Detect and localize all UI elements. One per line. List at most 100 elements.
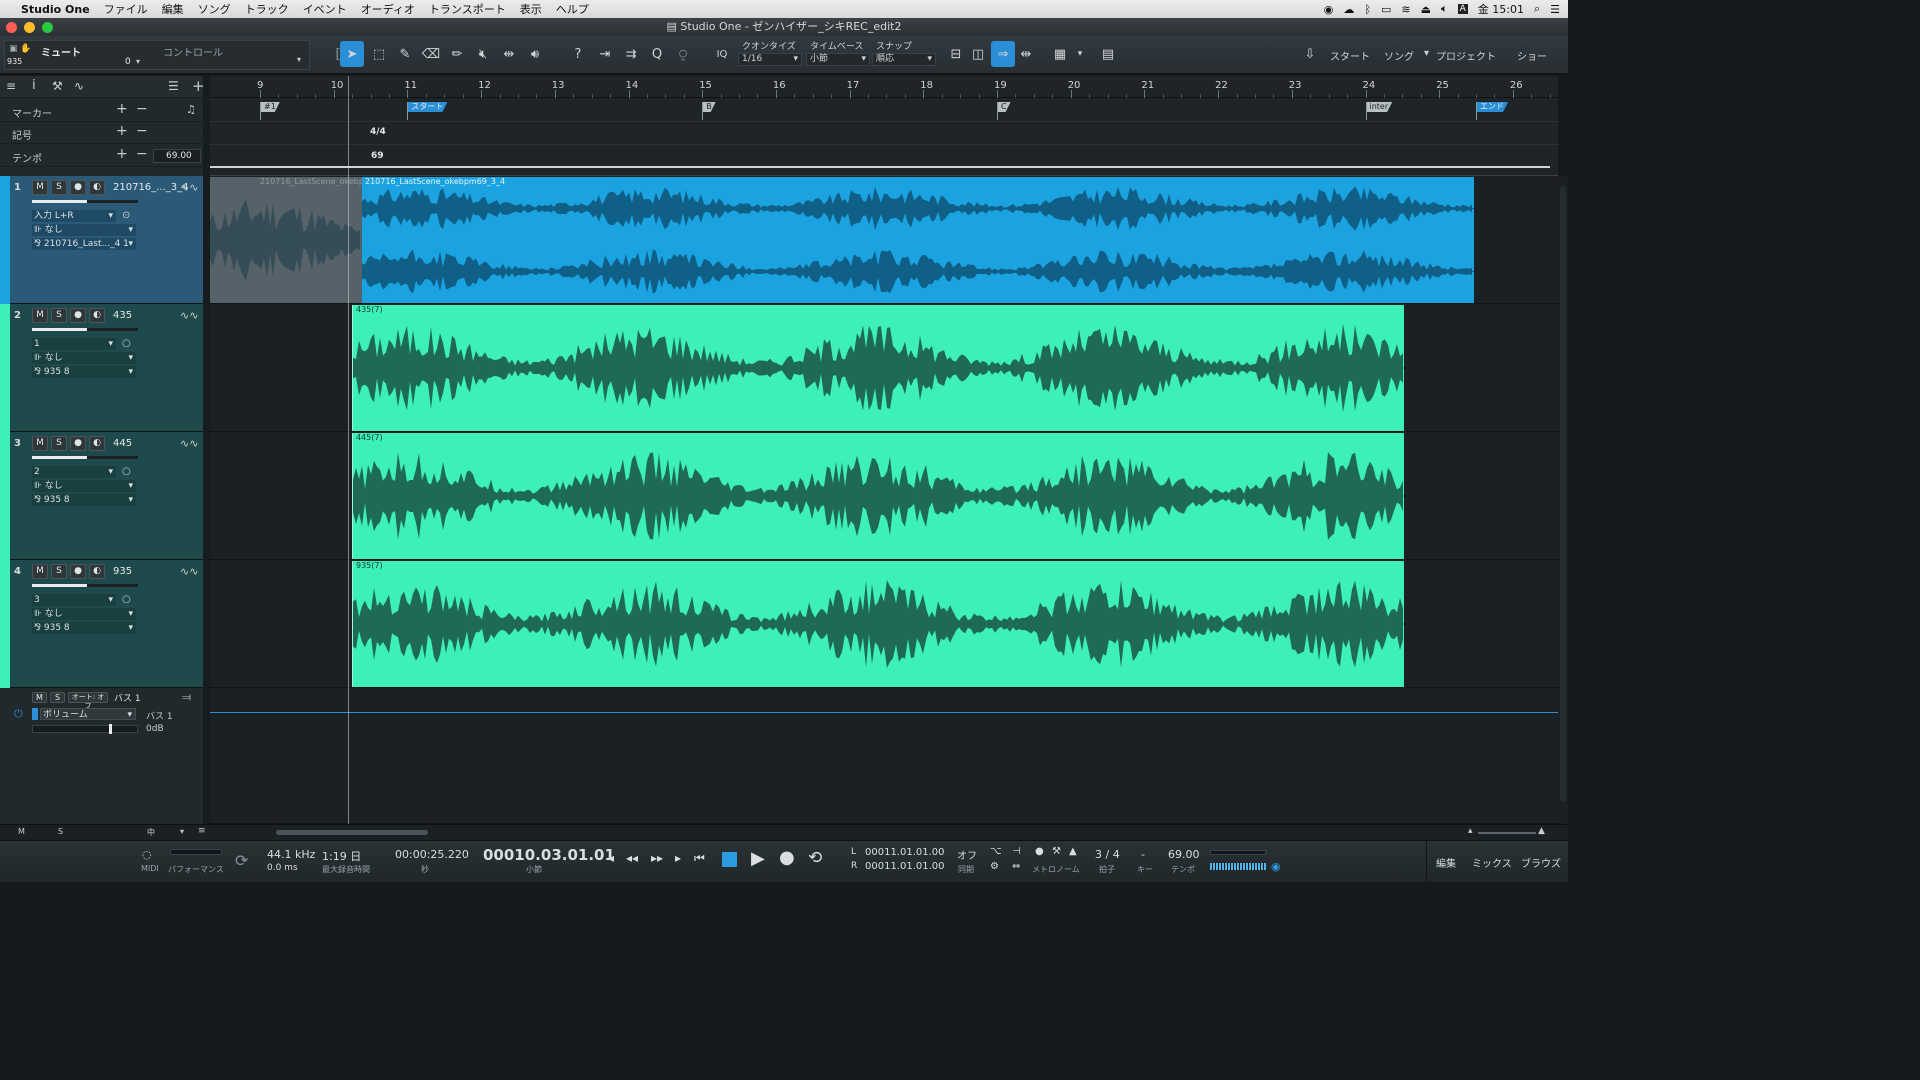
autoscroll-button[interactable]: ⇹ <box>1014 41 1038 67</box>
mix-view-button[interactable]: ミックス <box>1472 855 1512 870</box>
audio-clip[interactable]: 435(7) <box>352 305 1404 431</box>
menu-track[interactable]: トラック <box>238 1 296 17</box>
power-icon[interactable]: ⏻ <box>14 707 23 721</box>
menu-view[interactable]: 表示 <box>513 1 549 17</box>
time-seconds[interactable]: 00:00:25.220 <box>395 848 469 861</box>
show-page-button[interactable]: ショー <box>1517 48 1547 63</box>
music-note-icon[interactable]: ♫ <box>186 103 196 116</box>
zoom-out-icon[interactable]: ▴ <box>1468 826 1473 836</box>
zoom-slider[interactable] <box>1478 832 1536 834</box>
track-input-select[interactable]: 入力 L+R ▾ <box>32 210 116 222</box>
track-solo-button[interactable]: S <box>51 180 67 195</box>
audio-bend-button[interactable]: ⍜ <box>671 41 695 67</box>
listen-tool-button[interactable]: 🔊︎ <box>523 41 547 67</box>
bottom-solo-button[interactable]: S <box>58 827 63 836</box>
mute-tool-button[interactable]: 🔇︎ <box>471 41 495 67</box>
list-icon[interactable]: ☰ <box>168 79 179 93</box>
track-input-select[interactable]: 3 ▾ <box>32 594 116 606</box>
mute-value[interactable]: 0 <box>125 57 131 67</box>
iq-button[interactable]: IQ <box>710 41 734 67</box>
list-icon[interactable]: ≡ <box>198 826 206 836</box>
mute-icon[interactable]: ▣ ✋ <box>9 44 32 54</box>
vertical-scrollbar[interactable] <box>1558 176 1568 824</box>
chevron-down-icon[interactable]: ▾ <box>180 827 184 836</box>
automation-param-select[interactable]: ボリューム ▾ <box>40 708 136 720</box>
input-source-icon[interactable]: A <box>1457 4 1468 14</box>
remove-marker-button[interactable]: − <box>136 101 148 117</box>
display-icon[interactable]: ▭ <box>1381 3 1391 16</box>
precount-icon[interactable]: ⌥ <box>990 846 1002 857</box>
cpu-icon[interactable]: ⟳ <box>235 851 248 870</box>
volume-slider-thumb[interactable] <box>109 724 112 734</box>
track-layer-select[interactable]: ⅋ 935 8 ▾ <box>32 494 136 506</box>
add-signature-button[interactable]: + <box>116 123 128 139</box>
track-volume-slider[interactable] <box>32 200 138 203</box>
waveform-icon[interactable]: ∿∿ <box>180 565 198 578</box>
snap-grid-button[interactable]: ⊟ <box>944 41 968 67</box>
snap-select[interactable]: 順応 ▾ <box>872 53 936 66</box>
zoom-window-button[interactable] <box>42 22 53 33</box>
film-icon[interactable]: ▤ <box>1096 41 1120 67</box>
project-page-button[interactable]: プロジェクト <box>1436 48 1496 63</box>
tempo-marker[interactable]: 69 <box>371 151 384 161</box>
expand-icon[interactable]: ⫤ <box>182 690 191 705</box>
track-mute-button[interactable]: M <box>32 436 48 451</box>
help-button[interactable]: ? <box>566 41 590 67</box>
track-color-strip[interactable] <box>0 560 10 688</box>
bottom-mute-button[interactable]: M <box>18 827 25 836</box>
forward-end-button[interactable]: ▸ <box>675 851 681 865</box>
menu-help[interactable]: ヘルプ <box>549 1 596 17</box>
bus-auto-button[interactable]: オート: オフ <box>68 692 108 710</box>
paint-tool-button[interactable]: ✏ <box>445 41 469 67</box>
horizontal-scrollbar[interactable] <box>276 830 428 835</box>
metronome-icon[interactable]: ▲ <box>1069 846 1077 857</box>
menu-audio[interactable]: オーディオ <box>354 1 422 17</box>
track-input-select[interactable]: 2 ▾ <box>32 466 116 478</box>
close-window-button[interactable] <box>6 22 17 33</box>
track-color-strip[interactable] <box>0 432 10 560</box>
menu-song[interactable]: ソング <box>191 1 238 17</box>
track-output-select[interactable]: ⊪ なし ▾ <box>32 352 136 364</box>
chevron-down-icon[interactable]: ▾ <box>1068 41 1092 67</box>
snap-cursor-button[interactable]: ⇒ <box>991 41 1015 67</box>
track-name[interactable]: 935 <box>113 566 132 577</box>
split-tool-button[interactable]: ✎ <box>393 41 417 67</box>
track-solo-button[interactable]: S <box>51 436 67 451</box>
track-output-select[interactable]: ⊪ なし ▾ <box>32 608 136 620</box>
info-icon[interactable]: i <box>32 78 36 93</box>
arrow-tool-button[interactable]: ➤ <box>340 41 364 67</box>
loop-button[interactable]: ⟲ <box>808 848 822 868</box>
bluetooth-icon[interactable]: ᛒ <box>1364 3 1371 16</box>
toggle-icon[interactable]: ⊙ <box>122 210 130 221</box>
track-layer-select[interactable]: ⅋ 210716_Last..._4 1 ▾ <box>32 238 136 250</box>
remove-signature-button[interactable]: − <box>136 123 148 139</box>
prev-event-button[interactable]: ⇥ <box>593 41 617 67</box>
track-name[interactable]: 210716_..._3_4 <box>113 182 188 193</box>
song-page-button[interactable]: ソング <box>1384 48 1414 63</box>
track-solo-button[interactable]: S <box>51 564 67 579</box>
chevron-down-icon[interactable]: ▾ <box>136 57 140 66</box>
track-mute-button[interactable]: M <box>32 308 48 323</box>
track-volume-slider[interactable] <box>32 328 138 331</box>
next-event-button[interactable]: ⇉ <box>619 41 643 67</box>
key-value[interactable]: - <box>1141 848 1145 861</box>
gear-icon[interactable]: ⚙ <box>990 861 999 872</box>
track-monitor-button[interactable]: ◐ <box>89 308 105 323</box>
automation-line[interactable] <box>210 712 1558 713</box>
audio-clip[interactable]: 210716_LastScene_okebpm <box>210 177 362 303</box>
fast-forward-button[interactable]: ▸▸ <box>651 851 663 865</box>
audio-clip[interactable]: 935(7) <box>352 561 1404 687</box>
snap-event-button[interactable]: ◫ <box>966 41 990 67</box>
track-record-button[interactable]: ● <box>70 308 86 323</box>
bus-solo-button[interactable]: S <box>50 692 65 703</box>
waveform-icon[interactable]: ∿∿ <box>180 181 198 194</box>
notification-icon[interactable]: ☰ <box>1550 3 1560 16</box>
track-output-select[interactable]: ⊪ なし ▾ <box>32 480 136 492</box>
metronome-settings-icon[interactable]: ⚒ <box>1052 846 1061 857</box>
punch-icon[interactable]: ⊣ <box>1012 846 1021 857</box>
loop-start-value[interactable]: 00011.01.01.00 <box>865 847 945 858</box>
quantize-q-button[interactable]: Q <box>645 41 669 67</box>
track-layer-select[interactable]: ⅋ 935 8 ▾ <box>32 622 136 634</box>
track-volume-slider[interactable] <box>32 584 138 587</box>
track-header[interactable]: 2 M S ● ◐ 435 ∿∿ 1 ▾ ○ ⊪ なし ▾ ⅋ 935 8 ▾ <box>0 304 203 432</box>
